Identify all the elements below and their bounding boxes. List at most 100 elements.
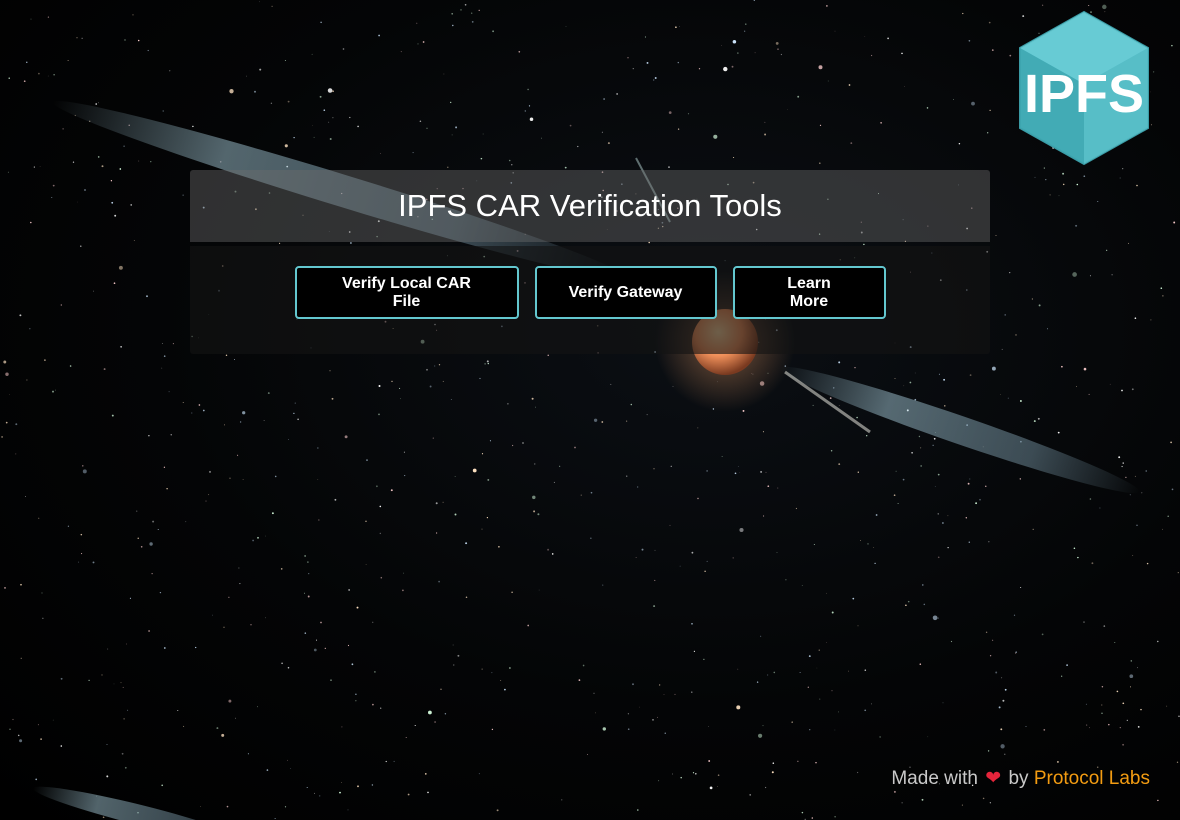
star — [124, 766, 127, 769]
star — [442, 380, 444, 382]
star — [284, 59, 286, 62]
star — [486, 360, 489, 363]
star — [670, 465, 672, 467]
star — [639, 706, 640, 708]
star — [405, 737, 407, 738]
star — [717, 774, 720, 777]
star — [1121, 389, 1123, 392]
star — [113, 282, 116, 285]
verify-local-car-button[interactable]: Verify Local CAR File — [294, 266, 519, 319]
star — [378, 34, 380, 37]
star — [254, 90, 256, 93]
star — [541, 137, 542, 139]
star — [137, 537, 139, 539]
star — [627, 713, 630, 715]
star — [586, 754, 588, 756]
star — [921, 798, 924, 801]
star — [698, 68, 701, 70]
star — [979, 498, 981, 501]
star — [934, 486, 936, 487]
star — [81, 37, 83, 39]
star — [478, 9, 480, 12]
footer-by: by — [1008, 768, 1029, 789]
star — [404, 475, 406, 477]
star — [879, 736, 881, 738]
star — [819, 162, 821, 164]
star — [293, 136, 295, 139]
star — [450, 399, 452, 401]
star — [1162, 295, 1164, 297]
star — [580, 494, 582, 496]
star — [403, 572, 405, 574]
star — [826, 642, 827, 643]
star — [893, 494, 896, 497]
star — [985, 485, 987, 487]
star — [471, 12, 473, 14]
star — [932, 615, 938, 621]
star — [795, 507, 797, 510]
star — [318, 519, 320, 521]
star — [801, 811, 804, 814]
star — [80, 533, 83, 536]
heart-icon: ❤ — [985, 768, 1002, 789]
star — [20, 657, 22, 659]
star — [838, 463, 841, 466]
star — [47, 75, 49, 77]
star — [287, 100, 290, 103]
star — [897, 502, 899, 505]
star — [1170, 441, 1172, 444]
star — [693, 650, 695, 652]
star — [933, 437, 936, 440]
star — [344, 435, 348, 439]
star — [1122, 168, 1124, 170]
star — [569, 124, 572, 127]
star — [968, 541, 971, 544]
star — [341, 782, 342, 783]
star — [319, 795, 321, 797]
star — [80, 245, 82, 247]
star — [379, 153, 381, 154]
star — [1106, 249, 1108, 251]
star — [443, 73, 445, 75]
star — [26, 61, 28, 63]
star — [691, 691, 693, 693]
star — [967, 482, 970, 485]
star — [442, 501, 444, 503]
star — [737, 52, 739, 54]
star — [668, 111, 672, 114]
star — [1061, 365, 1063, 368]
star — [122, 686, 124, 688]
protocol-labs-link[interactable]: Protocol Labs — [1034, 768, 1150, 789]
star — [152, 520, 155, 523]
star — [266, 769, 269, 771]
star — [601, 421, 604, 423]
star — [284, 806, 287, 808]
star — [675, 26, 677, 29]
learn-more-button[interactable]: Learn More — [732, 266, 886, 319]
star — [3, 360, 7, 364]
verify-gateway-button[interactable]: Verify Gateway — [534, 266, 717, 319]
star — [407, 793, 410, 796]
star — [775, 41, 779, 45]
star — [1066, 664, 1068, 666]
star — [274, 818, 276, 820]
star — [30, 18, 32, 20]
star — [749, 794, 752, 796]
star — [270, 102, 273, 104]
star — [528, 105, 531, 107]
star — [607, 142, 610, 145]
star — [60, 304, 62, 306]
star — [831, 690, 833, 692]
star — [511, 591, 513, 593]
star — [438, 580, 440, 583]
star — [400, 398, 401, 400]
star — [287, 759, 288, 761]
star — [838, 361, 841, 364]
star — [754, 52, 756, 54]
star — [327, 88, 333, 93]
star — [271, 512, 274, 515]
star — [177, 710, 179, 711]
star — [653, 468, 655, 470]
star — [372, 621, 374, 623]
star — [664, 732, 666, 734]
